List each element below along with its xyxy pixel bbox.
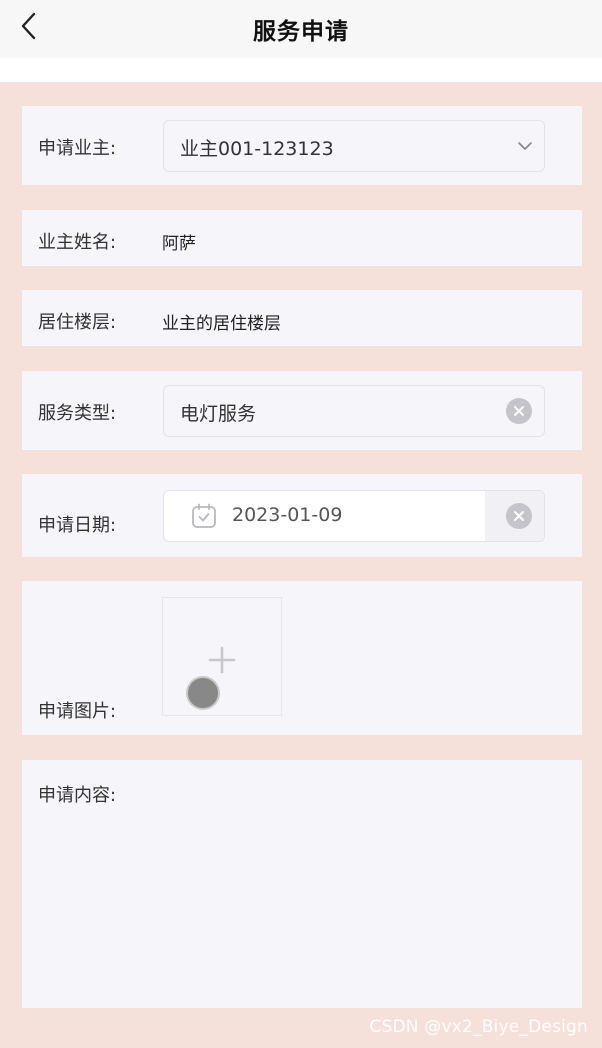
- content-row[interactable]: 申请内容:: [22, 760, 582, 1008]
- owner-name-value: 阿萨: [162, 234, 196, 254]
- apply-date-row: 申请日期: 2023-01-09: [22, 474, 582, 557]
- clear-icon: [514, 511, 524, 521]
- owner-label: 申请业主:: [38, 138, 117, 159]
- chevron-down-icon: [518, 142, 532, 150]
- chevron-left-icon: [21, 12, 36, 40]
- nav-bar: 服务申请: [0, 0, 602, 58]
- floor-value: 业主的居住楼层: [162, 314, 281, 334]
- images-row: 申请图片:: [22, 581, 582, 735]
- service-type-clear-button[interactable]: [506, 398, 532, 424]
- service-type-row: 服务类型: 电灯服务: [22, 371, 582, 450]
- service-type-label: 服务类型:: [38, 403, 117, 424]
- owner-name-row: 业主姓名: 阿萨: [22, 210, 582, 266]
- service-type-input[interactable]: 电灯服务: [163, 385, 545, 437]
- content-textarea[interactable]: [162, 778, 566, 988]
- clear-icon: [514, 406, 524, 416]
- floor-label: 居住楼层:: [38, 312, 117, 333]
- content-label: 申请内容:: [38, 785, 117, 806]
- touch-indicator-dot: [186, 676, 220, 710]
- owner-select-value: 业主001-123123: [180, 138, 334, 160]
- owner-row: 申请业主: 业主001-123123: [22, 106, 582, 185]
- apply-date-value: 2023-01-09: [232, 504, 343, 526]
- page-title: 服务申请: [253, 19, 349, 45]
- image-upload-button[interactable]: [162, 597, 282, 716]
- owner-name-label: 业主姓名:: [38, 232, 117, 253]
- apply-date-label: 申请日期:: [38, 515, 117, 536]
- apply-date-clear-button[interactable]: [506, 503, 532, 529]
- nav-divider: [0, 58, 602, 82]
- floor-row: 居住楼层: 业主的居住楼层: [22, 290, 582, 346]
- apply-date-picker[interactable]: 2023-01-09: [163, 490, 545, 542]
- watermark: CSDN @vx2_Biye_Design: [369, 1017, 588, 1037]
- calendar-icon: [192, 503, 216, 528]
- owner-select[interactable]: 业主001-123123: [163, 120, 545, 172]
- service-type-value: 电灯服务: [180, 403, 257, 425]
- back-button[interactable]: [14, 10, 44, 42]
- plus-icon: [208, 646, 236, 674]
- images-label: 申请图片:: [38, 701, 117, 722]
